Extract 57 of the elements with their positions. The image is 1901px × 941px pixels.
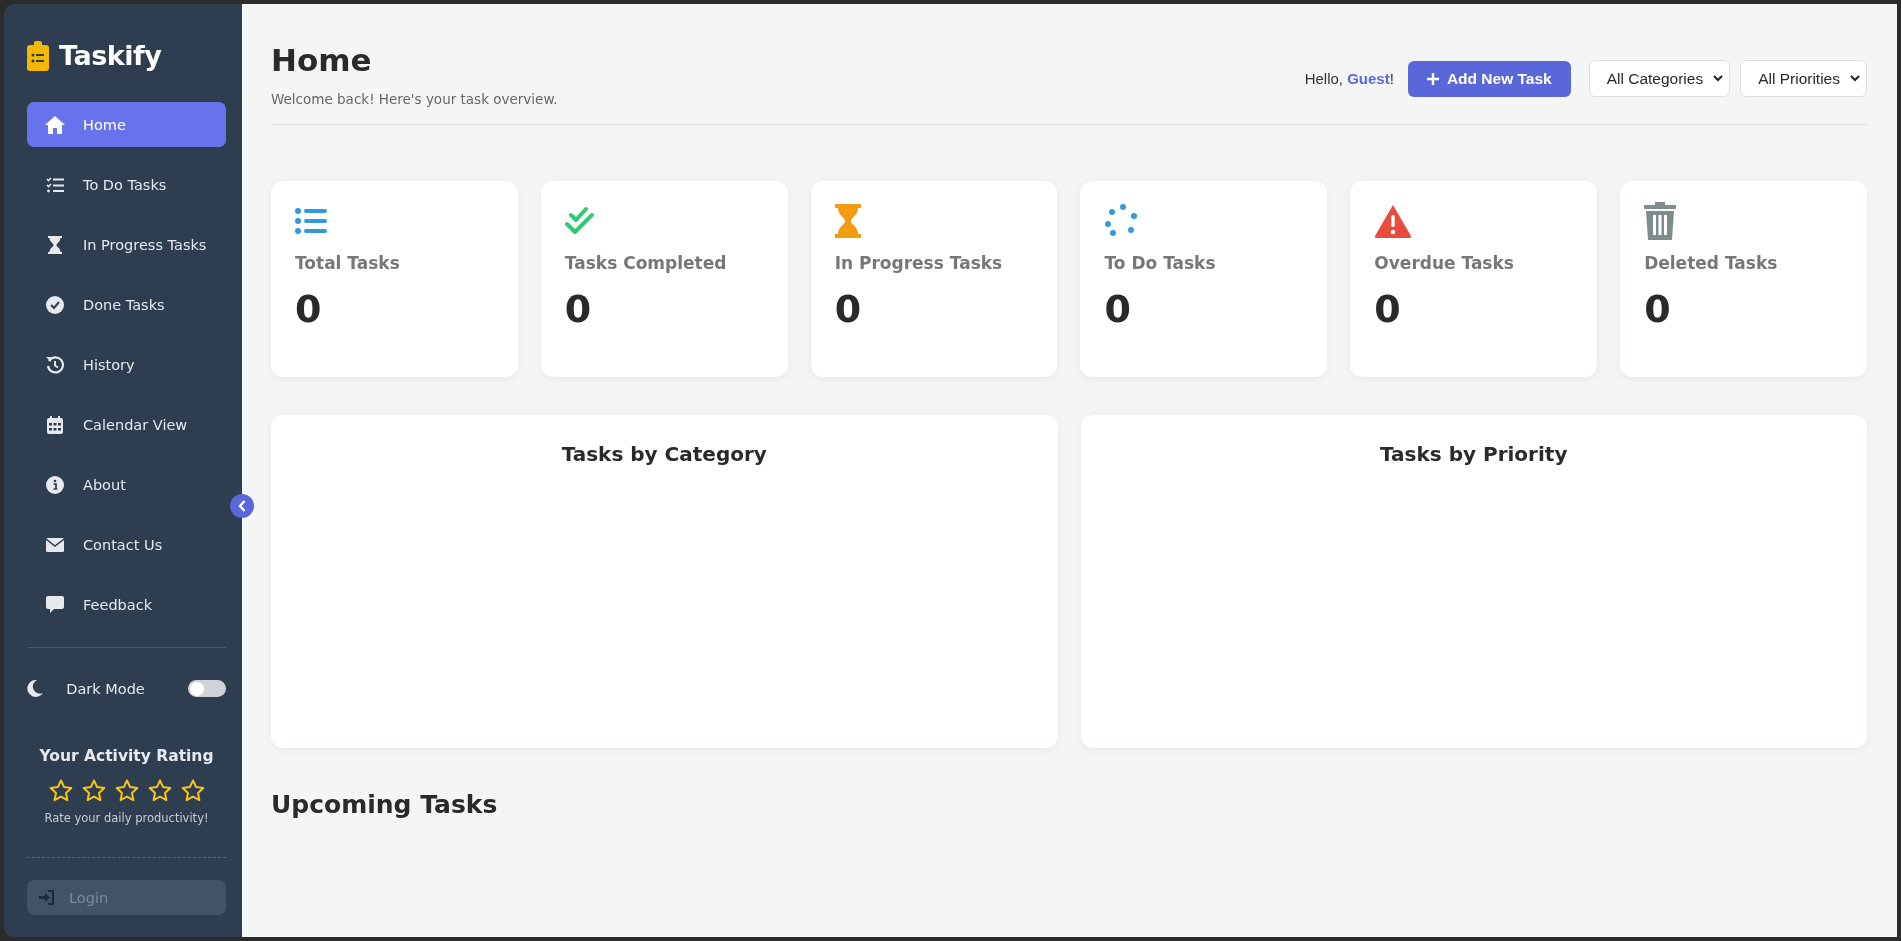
hourglass-icon [48, 235, 62, 254]
page-subtitle: Welcome back! Here's your task overview. [271, 91, 558, 107]
chevron-left-icon [238, 500, 246, 512]
stat-label: Deleted Tasks [1644, 253, 1779, 273]
star-icon[interactable] [147, 779, 172, 802]
history-icon [46, 355, 64, 374]
checklist-icon [46, 176, 64, 193]
info-icon [46, 475, 64, 494]
rating-caption: Rate your daily productivity! [43, 811, 210, 825]
stat-label: Tasks Completed [564, 253, 728, 273]
clipboard-icon [27, 40, 49, 71]
category-dropdown[interactable]: All Categories [1588, 60, 1731, 97]
sign-in-icon [39, 890, 55, 905]
section-title: Upcoming Tasks [271, 790, 499, 819]
calendar-icon [47, 415, 63, 434]
nav-item[interactable]: To Do Tasks [27, 162, 226, 207]
star-icon[interactable] [180, 779, 205, 802]
rating-title: Your Activity Rating [38, 747, 215, 765]
nav-item[interactable]: In Progress Tasks [27, 222, 226, 267]
nav-item[interactable]: Feedback [27, 582, 226, 627]
add-task-button[interactable]: Add New Task [1407, 60, 1571, 97]
nav-item[interactable]: Done Tasks [27, 282, 226, 327]
chart-title: Tasks by Category [560, 442, 768, 466]
chevron-down-icon [1850, 75, 1860, 82]
stat-label: To Do Tasks [1104, 253, 1217, 273]
stat-value: 0 [295, 287, 322, 331]
nav-item[interactable]: Home [27, 102, 226, 147]
star-icon[interactable] [48, 779, 73, 802]
stat-value: 0 [1374, 287, 1401, 331]
greeting-text: Hello, Guest! [1304, 70, 1394, 87]
brand-name: Taskify [59, 40, 162, 71]
nav-item[interactable]: History [27, 342, 226, 387]
stat-value: 0 [564, 287, 592, 331]
chevron-down-icon [1713, 75, 1724, 82]
nav-item[interactable]: Calendar View [27, 402, 226, 447]
check-circle-icon [46, 295, 64, 314]
plus-icon [1426, 72, 1439, 85]
stat-label: Overdue Tasks [1374, 253, 1515, 273]
chart-title: Tasks by Priority [1379, 442, 1569, 466]
star-icon[interactable] [114, 779, 139, 802]
stat-value: 0 [1104, 287, 1131, 331]
stat-value: 0 [1644, 287, 1671, 331]
stat-label: In Progress Tasks [834, 253, 1004, 273]
envelope-icon [46, 537, 64, 552]
nav-item[interactable]: Contact Us [27, 522, 226, 567]
stat-value: 0 [834, 287, 862, 331]
star-icon[interactable] [81, 779, 106, 802]
home-icon [45, 115, 65, 134]
dark-mode-label: Dark Mode [66, 680, 145, 697]
moon-icon [27, 680, 43, 697]
collapse-button[interactable] [230, 494, 254, 518]
stat-label: Total Tasks [295, 253, 401, 273]
priority-dropdown[interactable]: All Priorities [1740, 60, 1867, 97]
dark-mode-toggle[interactable] [188, 680, 226, 697]
page-title: Home [271, 42, 373, 78]
speech-bubble-icon [46, 595, 64, 614]
nav-item[interactable]: About [27, 462, 226, 507]
